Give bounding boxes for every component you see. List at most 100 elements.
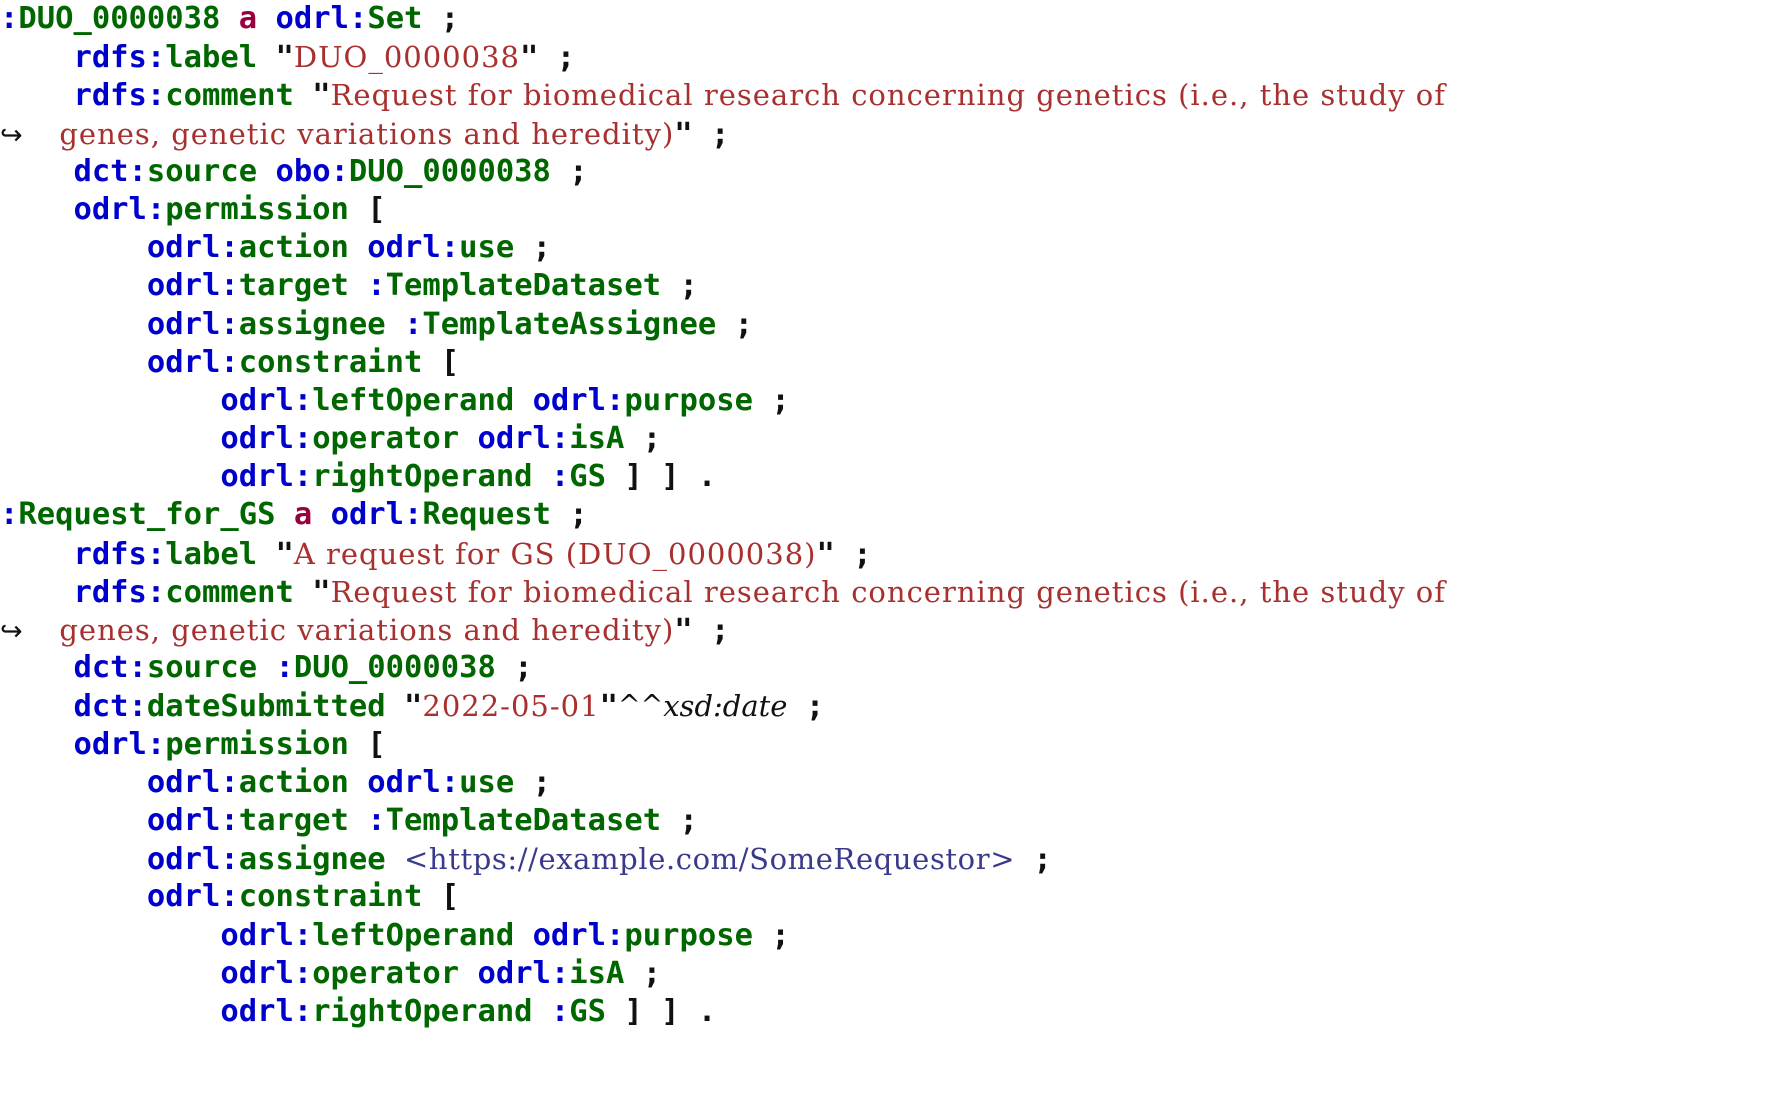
- token-name: purpose: [624, 917, 753, 953]
- token-pfx: odrl:: [532, 917, 625, 953]
- token-punc: ;: [853, 536, 872, 572]
- token-name: TemplateDataset: [385, 802, 662, 838]
- token-name: operator: [312, 955, 460, 991]
- token-pfx: odrl:: [220, 459, 313, 495]
- code-line: odrl:target :TemplateDataset ;: [0, 267, 1765, 305]
- code-body: :DUO_0000038 a odrl:Set ; rdfs:label "DU…: [0, 0, 1765, 1031]
- token-pfx: odrl:: [146, 802, 239, 838]
- token-punc: ;: [734, 306, 753, 342]
- token-pfx: :: [404, 306, 423, 342]
- token-name: isA: [569, 955, 625, 991]
- token-punc: ;: [805, 689, 825, 725]
- token-name: constraint: [238, 879, 423, 915]
- code-line: rdfs:comment "Request for biomedical res…: [0, 76, 1765, 114]
- code-line: rdfs:label "DUO_0000038" ;: [0, 38, 1765, 76]
- code-line: odrl:permission [: [0, 726, 1765, 764]
- token-name: DUO_0000038: [18, 1, 221, 36]
- token-name: Set: [367, 1, 423, 36]
- token-pfx: odrl:: [146, 879, 239, 915]
- token-punc: ;: [569, 153, 588, 189]
- token-name: dateSubmitted: [146, 689, 386, 725]
- token-pfx: rdfs:: [73, 78, 166, 114]
- token-name: comment: [165, 78, 294, 114]
- code-line: odrl:operator odrl:isA ;: [0, 955, 1765, 993]
- token-pfx: :: [550, 993, 570, 1029]
- token-str: genes, genetic variations and heredity): [59, 613, 675, 647]
- token-qt: ": [312, 78, 331, 114]
- token-name: permission: [165, 191, 349, 227]
- token-str: 2022-05-01: [422, 689, 600, 724]
- code-line: odrl:constraint [: [0, 878, 1765, 916]
- token-name: DUO_0000038: [348, 153, 551, 189]
- token-name: leftOperand: [312, 917, 515, 953]
- token-str: genes, genetic variations and heredity): [59, 116, 675, 151]
- token-punc: ]: [661, 993, 680, 1029]
- code-line: odrl:rightOperand :GS ] ] .: [0, 458, 1765, 496]
- code-line: odrl:operator odrl:isA ;: [0, 420, 1765, 458]
- token-pfx: odrl:: [477, 955, 570, 991]
- token-pfx: odrl:: [220, 993, 313, 1029]
- line-continuation-icon: ↪: [0, 616, 23, 647]
- token-punc: .: [697, 993, 717, 1029]
- token-punc: ;: [711, 116, 730, 152]
- token-punc: [: [367, 191, 386, 227]
- token-name: rightOperand: [312, 459, 533, 495]
- code-listing: :DUO_0000038 a odrl:Set ; rdfs:label "DU…: [0, 0, 1765, 1108]
- token-punc: ;: [771, 382, 790, 418]
- token-name: GS: [569, 459, 607, 495]
- token-punc: ;: [1033, 842, 1052, 878]
- code-line: rdfs:label "A request for GS (DUO_000003…: [0, 535, 1765, 573]
- token-pfx: rdfs:: [73, 40, 166, 76]
- code-line: ↪ genes, genetic variations and heredity…: [0, 611, 1765, 649]
- token-qt: ": [816, 536, 835, 572]
- token-pfx: odrl:: [146, 306, 239, 342]
- token-pfx: odrl:: [275, 1, 368, 36]
- code-line: odrl:leftOperand odrl:purpose ;: [0, 917, 1765, 955]
- token-punc: ;: [771, 917, 790, 953]
- token-pfx: odrl:: [146, 344, 239, 380]
- token-qt: ": [674, 116, 693, 152]
- token-str: DUO_0000038: [293, 40, 520, 75]
- token-pfx: :: [367, 268, 386, 304]
- code-line: rdfs:comment "Request for biomedical res…: [0, 573, 1765, 611]
- token-pfx: odrl:: [477, 421, 570, 457]
- token-punc: ;: [556, 40, 576, 76]
- token-pfx: odrl:: [146, 764, 239, 800]
- code-line: :Request_for_GS a odrl:Request ;: [0, 496, 1765, 534]
- token-pfx: obo:: [275, 153, 349, 189]
